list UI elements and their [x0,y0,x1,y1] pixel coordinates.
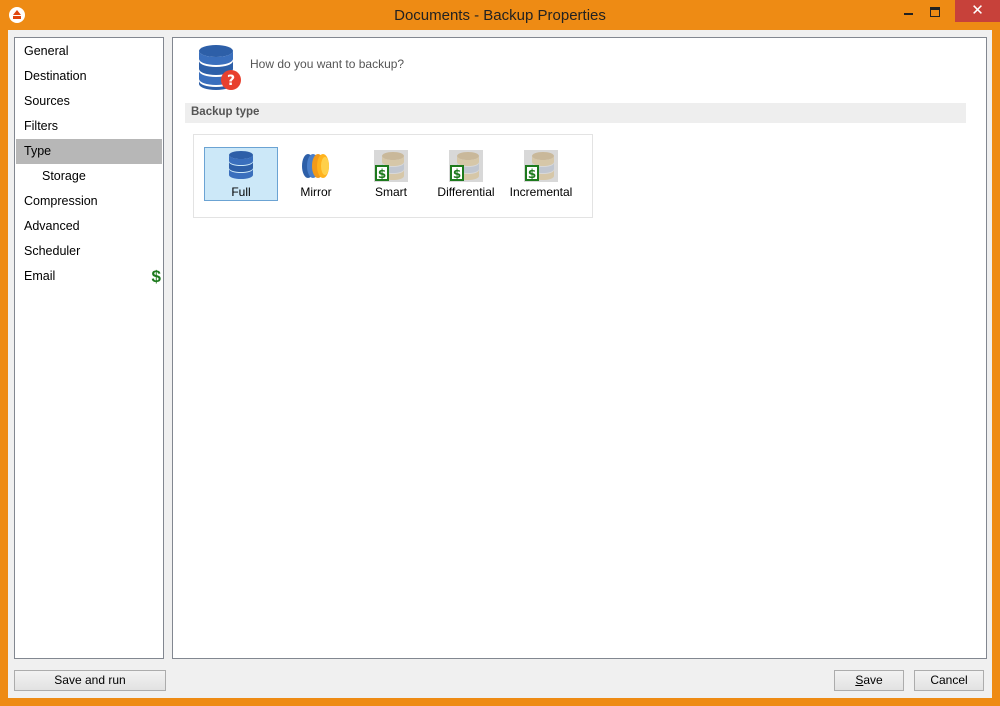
paid-database-icon: $ [524,150,558,182]
save-button[interactable]: Save [834,670,904,691]
sidebar-item-sources[interactable]: Sources [16,89,162,114]
paid-database-icon: $ [374,150,408,182]
backup-type-label: Differential [437,185,495,199]
backup-type-section: Backup type [185,103,966,123]
dollar-icon: $ [151,267,161,286]
svg-text:?: ? [227,73,235,89]
sidebar-item-scheduler[interactable]: Scheduler [16,239,162,264]
sidebar-item-label: Storage [42,169,86,183]
sidebar-item-label: Scheduler [24,244,81,258]
settings-sidebar: General Destination Sources Filters Type Stor… [14,37,164,659]
sidebar-item-compression[interactable]: Compression [16,189,162,214]
svg-text:$: $ [453,167,461,181]
backup-type-mirror[interactable]: Mirror [279,147,353,201]
sidebar-item-general[interactable]: General [16,39,162,64]
backup-type-incremental[interactable]: $ Incremental [504,147,578,201]
save-and-run-button[interactable]: Save and run [14,670,166,691]
close-button[interactable]: ✕ [955,0,1000,22]
backup-type-full[interactable]: Full [204,147,278,201]
sidebar-item-advanced[interactable]: Advanced [16,214,162,239]
backup-type-label: Full [231,185,251,199]
sidebar-item-email[interactable]: Email $ [16,264,162,289]
title-bar: Documents - Backup Properties ✕ [0,0,1000,30]
sidebar-item-label: Type [24,144,52,158]
dialog-client-area: General Destination Sources Filters Type Stor… [8,30,992,698]
svg-text:$: $ [378,167,386,181]
cancel-button[interactable]: Cancel [914,670,984,691]
sidebar-item-label: General [24,44,69,58]
type-settings-panel: ? How do you want to backup? Backup type… [172,37,987,659]
backup-type-label: Smart [374,185,407,199]
sidebar-item-filters[interactable]: Filters [16,114,162,139]
mirror-icon [299,150,333,182]
backup-type-label: Mirror [300,185,332,199]
sidebar-item-label: Advanced [24,219,80,233]
window-title: Documents - Backup Properties [394,7,606,24]
sidebar-item-label: Filters [24,119,59,133]
sidebar-item-storage[interactable]: Storage [16,164,162,189]
minimize-icon [903,13,913,16]
backup-type-smart[interactable]: $ Smart [354,147,428,201]
maximize-button[interactable] [920,0,950,22]
minimize-button[interactable] [893,0,923,22]
maximize-icon [930,7,940,18]
sidebar-item-type[interactable]: Type [16,139,162,164]
svg-text:$: $ [528,167,536,181]
backup-type-label: Incremental [509,185,573,199]
database-question-icon: ? [199,45,241,90]
database-stack-icon [224,150,258,182]
backup-properties-window: Documents - Backup Properties ✕ General D… [0,0,1000,706]
save-label: ave [863,673,883,687]
section-label: Backup type [191,106,260,118]
sidebar-item-label: Sources [24,94,70,108]
sidebar-item-label: Compression [24,194,98,208]
backup-type-selector: Full Mirror $ Smart $ Differential $ Incrementa… [193,134,593,218]
sidebar-item-label: Email [24,269,56,283]
sidebar-item-label: Destination [24,69,87,83]
header-question: How do you want to backup? [250,57,405,71]
backup-type-differential[interactable]: $ Differential [429,147,503,201]
paid-database-icon: $ [449,150,483,182]
sidebar-item-destination[interactable]: Destination [16,64,162,89]
close-icon: ✕ [971,2,984,19]
